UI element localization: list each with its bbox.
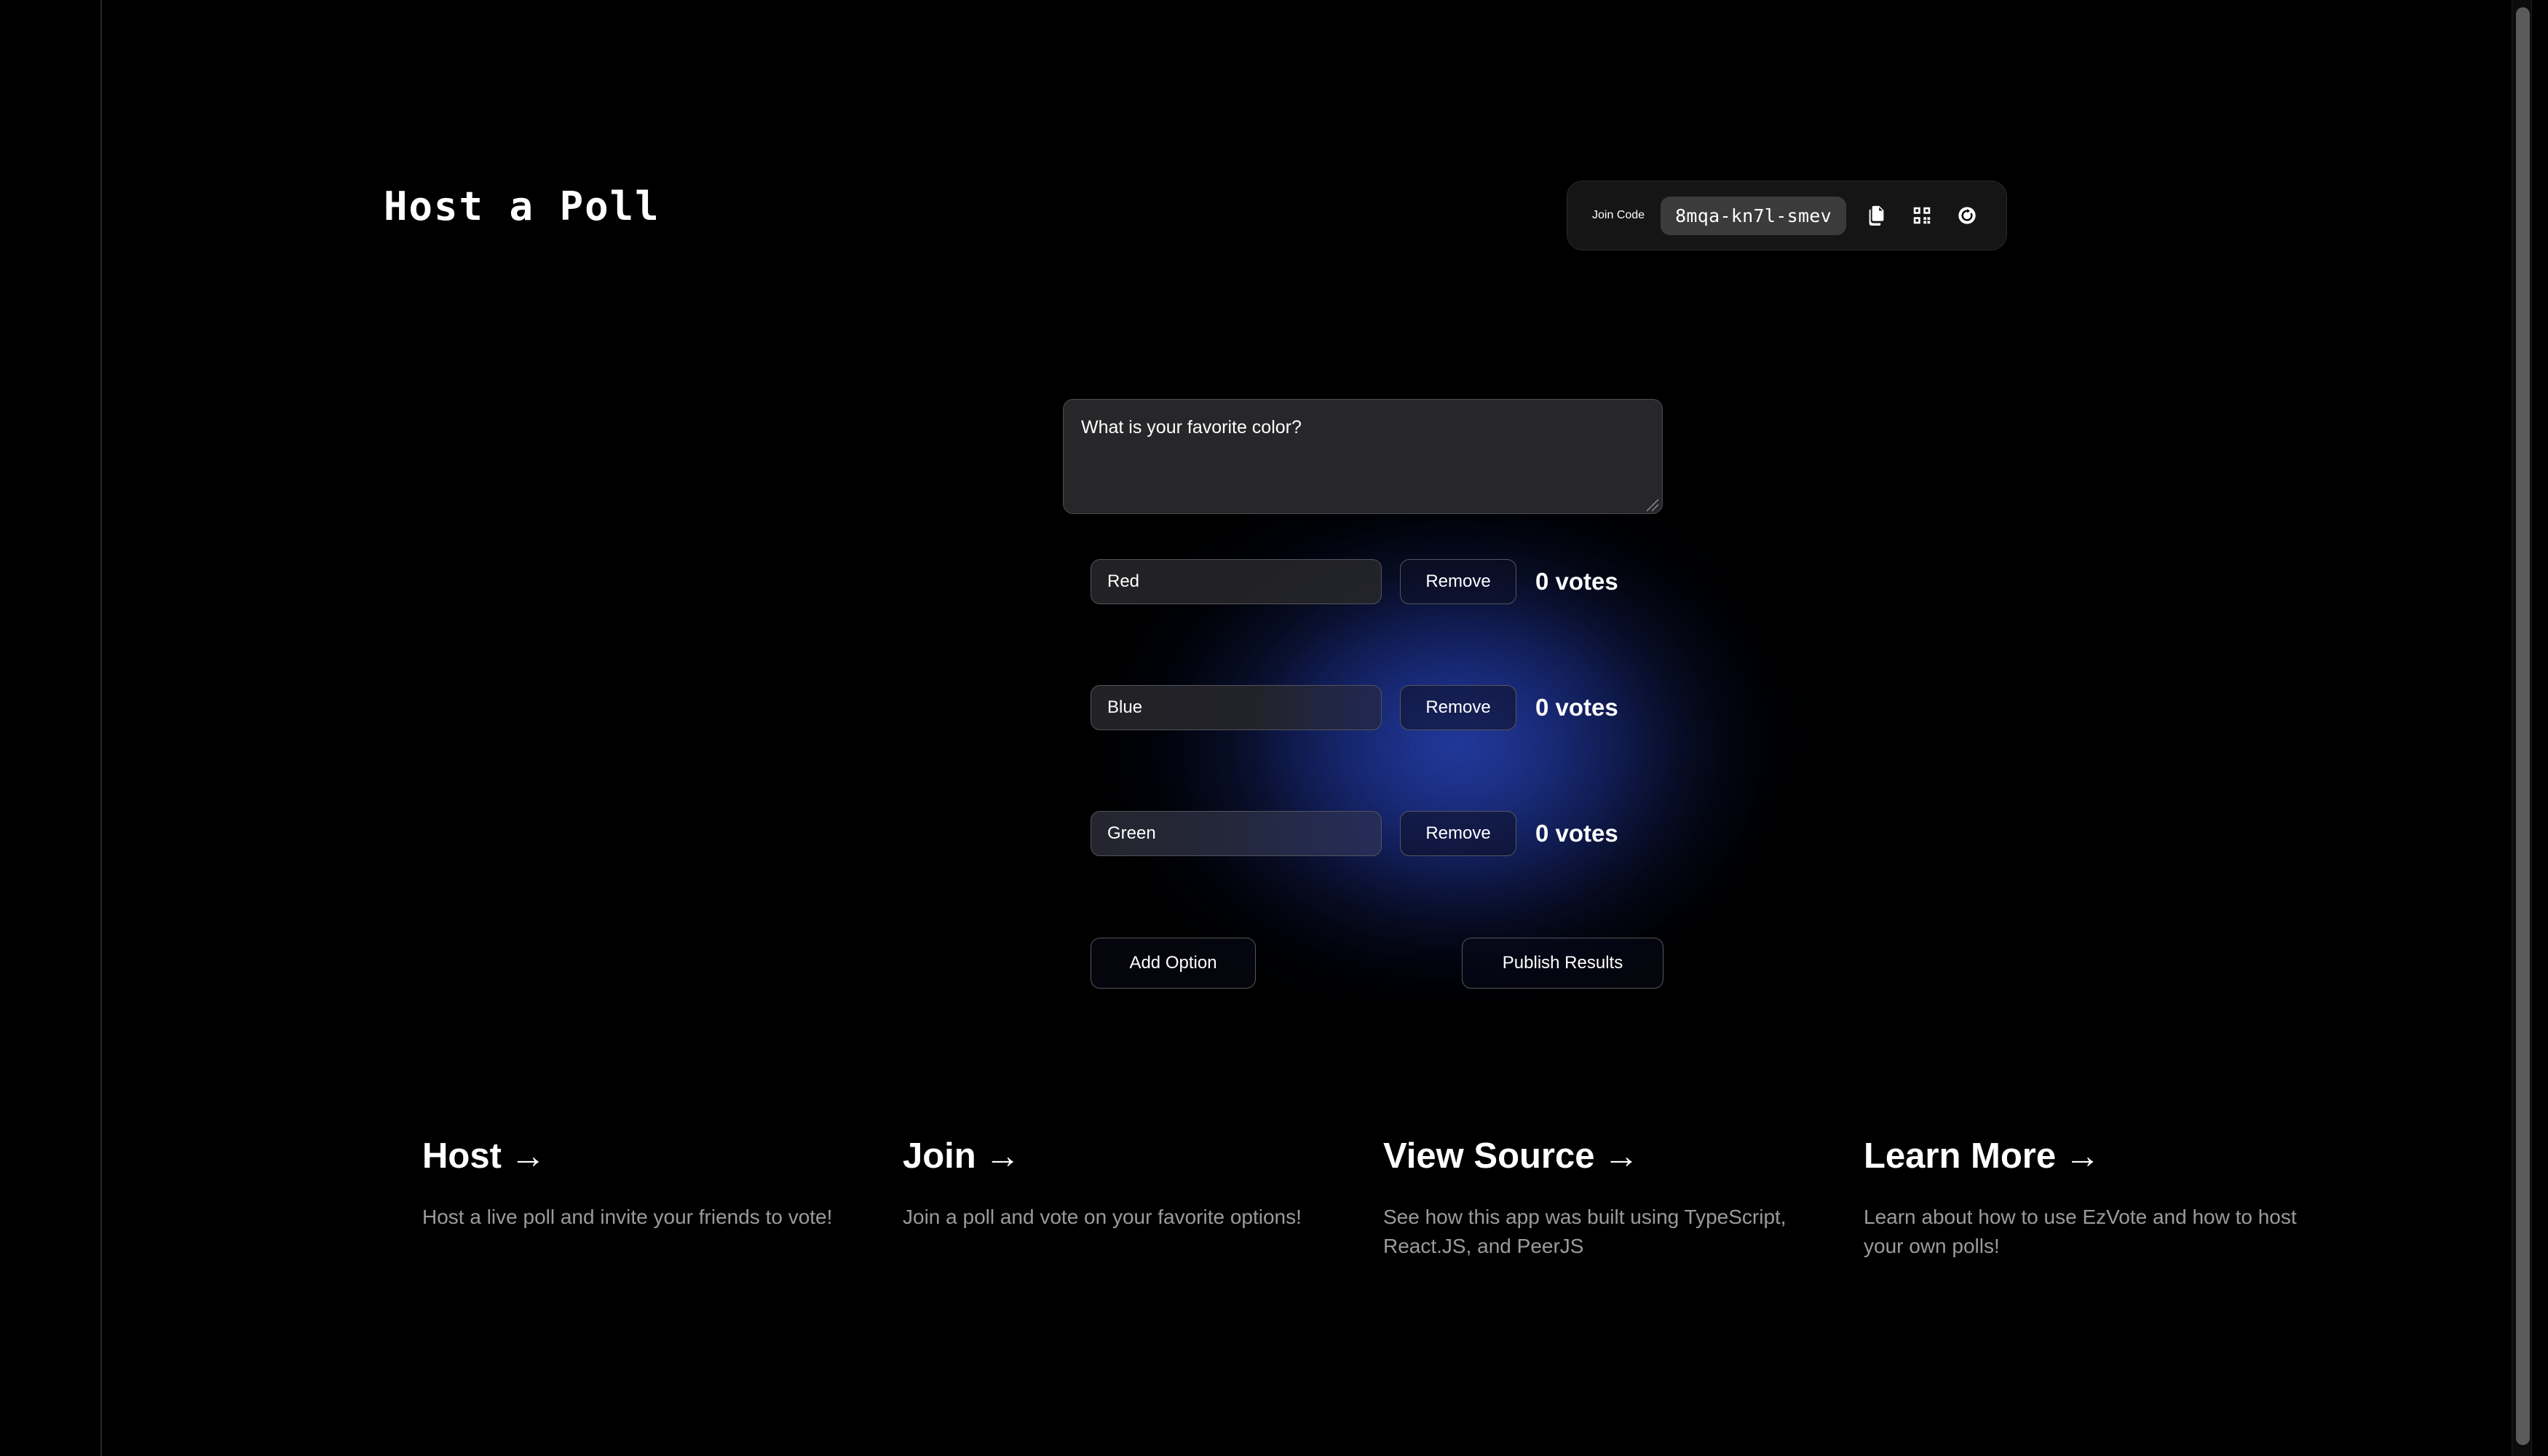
add-option-button[interactable]: Add Option: [1091, 938, 1256, 989]
option-text-input[interactable]: [1091, 685, 1382, 730]
footer-card-host-link[interactable]: Host →: [422, 1136, 903, 1176]
page-title: Host a Poll: [384, 183, 660, 229]
join-code-label: Join Code: [1592, 209, 1645, 221]
footer-card-view-source-link[interactable]: View Source →: [1383, 1136, 1864, 1176]
poll-editor-actions: Add Option Publish Results: [1091, 938, 1717, 989]
footer-links: Host → Host a live poll and invite your f…: [422, 1136, 2344, 1261]
option-text-input[interactable]: [1091, 559, 1382, 604]
footer-card-learn-more-desc: Learn about how to use EzVote and how to…: [1864, 1206, 2297, 1257]
footer-card-view-source-desc: See how this app was built using TypeScr…: [1383, 1206, 1787, 1257]
footer-card-learn-more-link[interactable]: Learn More →: [1864, 1136, 2344, 1176]
poll-editor: Remove 0 votes Remove 0 votes Remove 0 v…: [1063, 399, 1718, 989]
page-viewport: Host a Poll Join Code 8mqa-kn7l-smev Wha…: [102, 0, 2424, 1456]
footer-card-join-link[interactable]: Join →: [903, 1136, 1383, 1176]
option-vote-count: 0 votes: [1535, 694, 1618, 721]
show-qr-code-button[interactable]: [1907, 201, 1936, 230]
poll-question-input[interactable]: [1063, 399, 1663, 514]
remove-option-button[interactable]: Remove: [1400, 685, 1516, 730]
option-text-input[interactable]: [1091, 811, 1382, 856]
remove-option-button[interactable]: Remove: [1400, 559, 1516, 604]
copy-icon: [1866, 205, 1888, 226]
footer-card-view-source[interactable]: View Source → See how this app was built …: [1383, 1136, 1864, 1261]
page-header: Host a Poll Join Code 8mqa-kn7l-smev: [284, 181, 2337, 268]
regenerate-join-code-button[interactable]: [1952, 201, 1982, 230]
arrow-right-icon: →: [1603, 1136, 1639, 1176]
footer-card-learn-more-title: Learn More: [1864, 1136, 2057, 1176]
footer-card-host-desc: Host a live poll and invite your friends…: [422, 1206, 833, 1228]
option-vote-count: 0 votes: [1535, 820, 1618, 847]
vertical-scrollbar-thumb[interactable]: [2516, 7, 2530, 1445]
poll-options-list: Remove 0 votes Remove 0 votes Remove 0 v…: [1091, 559, 1717, 856]
arrow-right-icon: →: [984, 1136, 1021, 1176]
poll-option-row: Remove 0 votes: [1091, 811, 1717, 856]
footer-card-host[interactable]: Host → Host a live poll and invite your f…: [422, 1136, 903, 1261]
poll-option-row: Remove 0 votes: [1091, 685, 1717, 730]
vertical-scrollbar[interactable]: [2512, 0, 2532, 1456]
footer-card-join[interactable]: Join → Join a poll and vote on your favor…: [903, 1136, 1383, 1261]
poll-option-row: Remove 0 votes: [1091, 559, 1717, 604]
refresh-icon: [1957, 205, 1977, 226]
arrow-right-icon: →: [2065, 1136, 2101, 1176]
copy-join-code-button[interactable]: [1862, 201, 1891, 230]
arrow-right-icon: →: [510, 1136, 546, 1176]
join-code-value[interactable]: 8mqa-kn7l-smev: [1661, 196, 1846, 235]
footer-card-view-source-title: View Source: [1383, 1136, 1595, 1176]
remove-option-button[interactable]: Remove: [1400, 811, 1516, 856]
qr-code-icon: [1911, 205, 1933, 226]
footer-card-join-title: Join: [903, 1136, 976, 1176]
app-frame: Host a Poll Join Code 8mqa-kn7l-smev Wha…: [0, 0, 2548, 1456]
option-vote-count: 0 votes: [1535, 568, 1618, 595]
footer-card-host-title: Host: [422, 1136, 502, 1176]
join-code-bar: Join Code 8mqa-kn7l-smev: [1567, 181, 2007, 250]
footer-card-join-desc: Join a poll and vote on your favorite op…: [903, 1206, 1302, 1228]
footer-card-learn-more[interactable]: Learn More → Learn about how to use EzVot…: [1864, 1136, 2344, 1261]
publish-results-button[interactable]: Publish Results: [1462, 938, 1663, 989]
